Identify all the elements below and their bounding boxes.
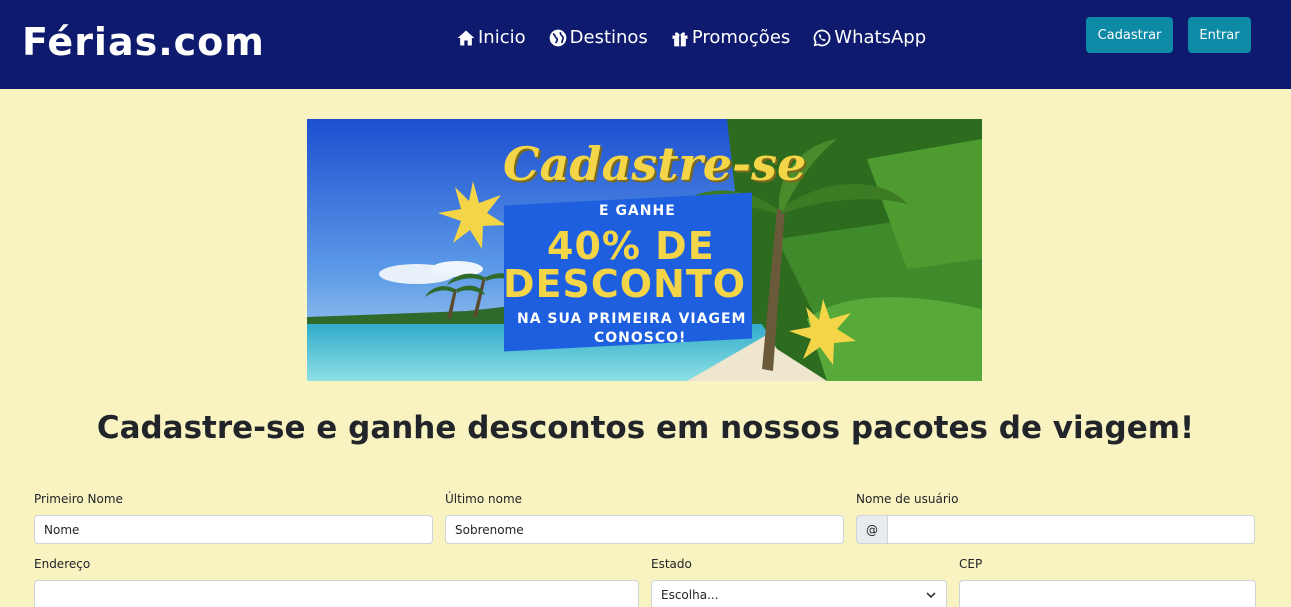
gift-icon <box>672 31 688 46</box>
globe-icon <box>549 29 566 46</box>
promo-banner: Cadastre-se E GANHE 40% DE DESCONTO NA S… <box>307 119 982 381</box>
nav-item-label: Destinos <box>569 27 648 48</box>
username-input[interactable] <box>887 515 1255 544</box>
brand-logo[interactable]: Férias.com <box>22 20 265 64</box>
banner-subtitle: E GANHE <box>599 203 676 219</box>
address-input[interactable] <box>34 580 639 607</box>
cadastrar-button[interactable]: Cadastrar <box>1086 17 1173 53</box>
chevron-down-icon <box>926 591 936 598</box>
state-select[interactable]: Escolha... <box>651 580 947 607</box>
banner-title: Cadastre-se <box>503 137 807 191</box>
username-label: Nome de usuário <box>856 492 959 506</box>
page-title: Cadastre-se e ganhe descontos em nossos … <box>96 410 1195 446</box>
cep-input[interactable] <box>959 580 1256 607</box>
first-name-input[interactable] <box>34 515 433 544</box>
nav-links: Inicio Destinos Promoções WhatsApp <box>456 27 926 48</box>
address-label: Endereço <box>34 557 91 571</box>
navbar: Férias.com Inicio Destinos Promoções Wha… <box>0 0 1291 89</box>
banner-discount-word: DESCONTO <box>503 262 747 306</box>
cep-label: CEP <box>959 557 983 571</box>
nav-item-label: Inicio <box>478 27 526 48</box>
whatsapp-icon <box>813 29 831 46</box>
nav-item-whatsapp[interactable]: WhatsApp <box>812 27 926 48</box>
banner-tagline-1: NA SUA PRIMEIRA VIAGEM <box>517 311 747 327</box>
nav-item-destinos[interactable]: Destinos <box>548 27 648 48</box>
state-selected-value: Escolha... <box>661 587 719 602</box>
entrar-button[interactable]: Entrar <box>1188 17 1251 53</box>
username-prefix: @ <box>856 515 888 544</box>
nav-item-label: WhatsApp <box>834 27 927 48</box>
nav-item-label: Promoções <box>691 27 791 48</box>
nav-item-inicio[interactable]: Inicio <box>456 27 526 48</box>
last-name-input[interactable] <box>445 515 844 544</box>
first-name-label: Primeiro Nome <box>34 492 123 506</box>
home-icon <box>457 30 475 45</box>
last-name-label: Último nome <box>445 492 523 506</box>
nav-item-promocoes[interactable]: Promoções <box>670 27 790 48</box>
state-label: Estado <box>651 557 692 571</box>
banner-tagline-2: CONOSCO! <box>594 330 687 346</box>
